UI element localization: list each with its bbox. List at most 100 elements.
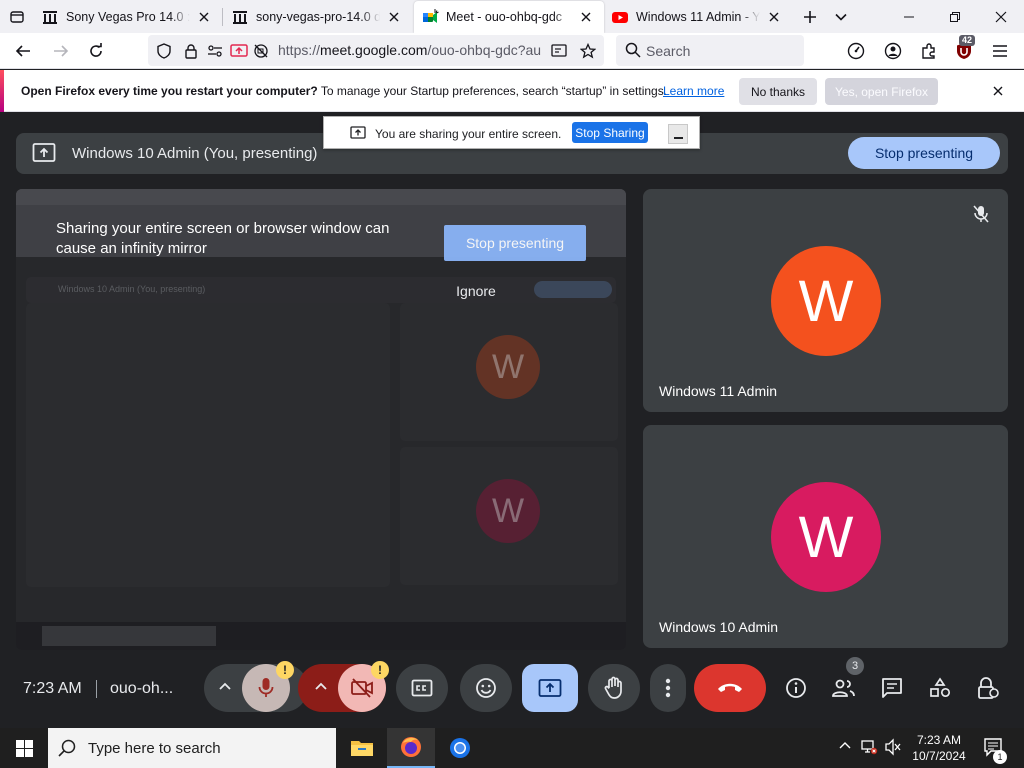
close-notification-button[interactable] xyxy=(989,82,1007,100)
extension-badge: 42 xyxy=(959,35,976,46)
tab-separator xyxy=(222,8,223,26)
audio-options-chevron-up-icon[interactable] xyxy=(218,681,232,691)
reload-button[interactable] xyxy=(81,36,111,66)
tab-youtube[interactable]: Windows 11 Admin - You xyxy=(604,0,792,33)
participant-tile-windows-11-admin[interactable]: W Windows 11 Admin xyxy=(643,189,1008,412)
notification-message: Open Firefox every time you restart your… xyxy=(21,84,667,98)
people-button[interactable] xyxy=(826,670,862,706)
closed-captions-icon xyxy=(411,679,433,697)
firefox-taskbar-button[interactable] xyxy=(387,728,435,768)
url-prefix: https:// xyxy=(278,42,321,58)
chevron-up-icon xyxy=(838,738,852,752)
close-tab-icon[interactable] xyxy=(764,7,784,27)
permissions-icon[interactable] xyxy=(206,42,224,60)
leave-call-button[interactable] xyxy=(694,664,766,712)
minimize-icon xyxy=(673,137,683,139)
presenting-title: Windows 10 Admin (You, presenting) xyxy=(72,145,318,162)
screen-share-indicator-icon[interactable] xyxy=(230,42,248,60)
list-all-tabs-button[interactable] xyxy=(0,0,34,33)
stop-presenting-button[interactable]: Stop presenting xyxy=(848,137,1000,169)
microphone-icon xyxy=(258,677,274,699)
minimize-window-button[interactable] xyxy=(886,0,932,33)
url-text[interactable]: https://meet.google.com/ouo-ohbq-gdc?au xyxy=(278,42,544,58)
notification-body: To manage your Startup preferences, sear… xyxy=(317,84,668,98)
reader-view-icon[interactable] xyxy=(551,42,569,60)
app-menu-button[interactable] xyxy=(985,36,1015,66)
stop-sharing-button[interactable]: Stop Sharing xyxy=(572,122,648,143)
video-options-chevron-up-icon[interactable] xyxy=(314,681,328,691)
camera-blocked-icon[interactable] xyxy=(252,42,270,60)
tracking-protection-shield-icon[interactable] xyxy=(155,42,173,60)
participant-count-badge: 3 xyxy=(846,657,864,675)
show-hidden-icons-button[interactable] xyxy=(838,738,852,752)
clock-time: 7:23 AM xyxy=(916,733,962,747)
plus-icon xyxy=(803,10,817,24)
forward-button[interactable] xyxy=(46,36,76,66)
info-icon xyxy=(785,677,807,699)
people-icon xyxy=(831,678,857,698)
share-screen-icon xyxy=(350,126,366,140)
microphone-muted-icon xyxy=(973,205,989,223)
search-icon xyxy=(625,42,641,58)
meeting-code: ouo-oh... xyxy=(110,680,174,697)
microphone-warning-badge: ! xyxy=(276,661,294,679)
chat-button[interactable] xyxy=(874,670,910,706)
yes-open-firefox-button[interactable]: Yes, open Firefox xyxy=(825,78,938,105)
network-tray-button[interactable] xyxy=(860,738,878,756)
history-button[interactable] xyxy=(841,36,871,66)
restore-window-button[interactable] xyxy=(932,0,978,33)
volume-tray-button[interactable] xyxy=(884,738,902,756)
file-explorer-taskbar-button[interactable] xyxy=(338,728,386,768)
extensions-button[interactable] xyxy=(914,36,944,66)
lock-icon[interactable] xyxy=(182,42,200,60)
new-tab-button[interactable] xyxy=(794,0,826,33)
back-button[interactable] xyxy=(8,36,38,66)
divider xyxy=(96,680,97,698)
bookmark-star-icon[interactable] xyxy=(579,42,597,60)
tab-sony-vegas-mac[interactable]: Sony Vegas Pro 14.0 : Mac xyxy=(34,0,222,33)
archive-org-icon xyxy=(232,9,248,25)
account-button[interactable] xyxy=(878,36,908,66)
raise-hand-button[interactable] xyxy=(588,664,640,712)
address-bar[interactable]: https://meet.google.com/ouo-ohbq-gdc?au xyxy=(148,35,604,66)
close-icon xyxy=(993,86,1003,96)
search-input[interactable]: Search xyxy=(616,35,804,66)
hide-banner-button[interactable] xyxy=(668,124,688,144)
youtube-icon xyxy=(612,9,628,25)
host-controls-button[interactable] xyxy=(970,670,1006,706)
close-tab-icon[interactable] xyxy=(194,7,214,27)
meeting-details-button[interactable] xyxy=(778,670,814,706)
close-tab-icon[interactable] xyxy=(576,7,596,27)
reactions-button[interactable] xyxy=(460,664,512,712)
chrome-taskbar-button[interactable] xyxy=(436,728,484,768)
tab-sony-vegas-dir[interactable]: sony-vegas-pro-14.0 dire xyxy=(224,0,412,33)
tab-strip: Sony Vegas Pro 14.0 : Mac sony-vegas-pro… xyxy=(0,0,1024,33)
present-now-button[interactable] xyxy=(522,664,578,712)
taskbar-search-input[interactable]: Type here to search xyxy=(48,728,336,768)
notification-accent xyxy=(0,70,4,112)
participant-tile-windows-10-admin[interactable]: W Windows 10 Admin xyxy=(643,425,1008,648)
close-tab-icon[interactable] xyxy=(384,7,404,27)
list-tabs-button[interactable] xyxy=(825,0,857,33)
learn-more-link[interactable]: Learn more xyxy=(663,84,724,98)
activities-button[interactable] xyxy=(922,670,958,706)
mirror-stop-presenting-button[interactable]: Stop presenting xyxy=(444,225,586,261)
google-meet-icon xyxy=(422,9,439,25)
no-thanks-button[interactable]: No thanks xyxy=(739,78,817,105)
clock-date: 10/7/2024 xyxy=(912,749,966,763)
tab-title: sony-vegas-pro-14.0 dire xyxy=(256,9,380,24)
sharing-message: You are sharing your entire screen. xyxy=(375,127,562,141)
tab-meet[interactable]: Meet - ouo-ohbq-gdc xyxy=(414,1,604,33)
minimize-icon xyxy=(904,12,914,22)
mirror-ignore-button[interactable]: Ignore xyxy=(446,283,506,299)
captions-button[interactable] xyxy=(396,664,448,712)
tab-title: Meet - ouo-ohbq-gdc xyxy=(446,10,563,24)
close-window-button[interactable] xyxy=(978,0,1024,33)
start-button[interactable] xyxy=(0,728,48,768)
taskbar-clock[interactable]: 7:23 AM 10/7/2024 xyxy=(905,732,973,764)
reload-icon xyxy=(88,43,104,59)
host-controls-lock-icon xyxy=(977,676,999,700)
avatar: W xyxy=(771,482,881,592)
more-options-button[interactable] xyxy=(650,664,686,712)
firefox-icon xyxy=(399,735,423,759)
